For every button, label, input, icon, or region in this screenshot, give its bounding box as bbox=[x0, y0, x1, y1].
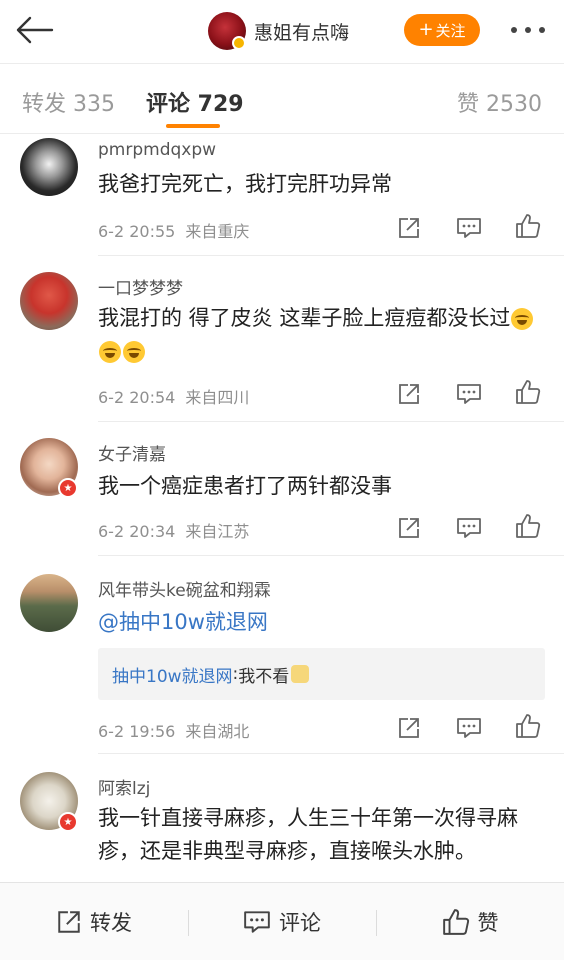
plus-icon: + bbox=[418, 19, 434, 40]
laugh-cry-emoji-icon bbox=[511, 308, 534, 330]
reply-text: 我不看 bbox=[238, 666, 290, 687]
tab-bar: 转发 335 评论 729 赞 2530 bbox=[0, 64, 564, 134]
comment-text: 我一个癌症患者打了两针都没事 bbox=[98, 474, 392, 498]
comment-meta: 6-2 19:56 来自湖北 bbox=[98, 718, 249, 742]
share-icon bbox=[399, 218, 419, 238]
share-icon bbox=[399, 384, 419, 404]
sticker-emoji-icon bbox=[291, 665, 310, 683]
forward-button[interactable]: 转发 bbox=[0, 883, 188, 960]
user-avatar[interactable] bbox=[20, 138, 78, 196]
reply-button[interactable] bbox=[455, 514, 483, 542]
author-name[interactable]: 惠姐有点嗨 bbox=[254, 18, 349, 45]
like-button[interactable] bbox=[514, 378, 542, 406]
comment-item: 一口梦梦梦 我混打的 得了皮炎 这辈子脸上痘痘都没长过 6-2 20:54 来自四… bbox=[0, 256, 564, 422]
comment-username[interactable]: 阿索lzj bbox=[98, 774, 150, 799]
vip-badge-icon: ★ bbox=[58, 478, 78, 498]
comment-icon bbox=[244, 911, 270, 933]
comment-button[interactable]: 评论 bbox=[188, 883, 376, 960]
user-avatar[interactable] bbox=[20, 272, 78, 330]
tab-forward[interactable]: 转发 335 bbox=[22, 86, 115, 118]
laugh-cry-emoji-icon bbox=[99, 341, 121, 363]
comment-label: 评论 bbox=[279, 911, 321, 935]
comment-item: ★ 女子清嘉 我一个癌症患者打了两针都没事 6-2 20:34 来自江苏 bbox=[0, 422, 564, 556]
tab-likes[interactable]: 赞 2530 bbox=[457, 86, 542, 118]
comment-meta: 6-2 20:55 来自重庆 bbox=[98, 218, 249, 242]
more-options-button[interactable] bbox=[504, 18, 552, 42]
like-button[interactable] bbox=[514, 712, 542, 740]
share-button[interactable] bbox=[395, 714, 423, 742]
comment-item: ★ 阿索lzj 我一针直接寻麻疹，人生三十年第一次得寻麻疹，还是非典型寻麻疹，直… bbox=[0, 754, 564, 882]
comment-username[interactable]: pmrpmdqxpw bbox=[98, 140, 216, 160]
reply-button[interactable] bbox=[455, 214, 483, 242]
thumbs-up-icon bbox=[442, 909, 469, 935]
back-button[interactable] bbox=[12, 10, 56, 50]
bottom-action-bar: 转发 评论 赞 bbox=[0, 882, 564, 960]
share-button[interactable] bbox=[395, 514, 423, 542]
follow-button[interactable]: + 关注 bbox=[404, 14, 480, 46]
comment-icon bbox=[457, 518, 481, 538]
comment-item: 风年带头ke碗盆和翔霖 @抽中10w就退网 抽中10w就退网: 我不看 6-2 … bbox=[0, 556, 564, 754]
comment-date: 6-2 20:54 bbox=[98, 388, 176, 407]
user-avatar[interactable] bbox=[20, 574, 78, 632]
comment-text-body: 我混打的 得了皮炎 这辈子脸上痘痘都没长过 bbox=[98, 306, 511, 330]
forward-label: 转发 bbox=[90, 911, 132, 935]
comment-text: 我一针直接寻麻疹，人生三十年第一次得寻麻疹，还是非典型寻麻疹，直接喉头水肿。 bbox=[98, 806, 518, 863]
comment-username[interactable]: 一口梦梦梦 bbox=[98, 274, 183, 299]
like-button[interactable] bbox=[514, 212, 542, 240]
reply-button[interactable] bbox=[455, 380, 483, 408]
like-label: 赞 bbox=[477, 911, 499, 935]
reply-button[interactable] bbox=[455, 714, 483, 742]
thumbs-up-icon bbox=[516, 214, 541, 238]
comment-location: 来自江苏 bbox=[185, 522, 250, 541]
comment-meta: 6-2 20:34 来自江苏 bbox=[98, 518, 249, 542]
thumbs-up-icon bbox=[516, 514, 541, 538]
comment-location: 来自湖北 bbox=[185, 722, 250, 741]
reply-username[interactable]: 抽中10w就退网 bbox=[112, 662, 233, 687]
comment-date: 6-2 20:34 bbox=[98, 522, 176, 541]
share-icon bbox=[399, 518, 419, 538]
back-arrow-icon bbox=[16, 16, 54, 44]
comment-location: 来自重庆 bbox=[185, 222, 250, 241]
share-button[interactable] bbox=[395, 380, 423, 408]
comment-icon bbox=[457, 718, 481, 738]
share-button[interactable] bbox=[395, 214, 423, 242]
share-icon bbox=[58, 911, 80, 933]
comment-date: 6-2 20:55 bbox=[98, 222, 176, 241]
comment-text: 我爸打完死亡，我打完肝功异常 bbox=[98, 172, 392, 196]
comment-username[interactable]: 女子清嘉 bbox=[98, 440, 166, 465]
comment-meta: 6-2 20:54 来自四川 bbox=[98, 384, 249, 408]
laugh-cry-emoji-icon bbox=[123, 341, 145, 363]
comment-icon bbox=[457, 384, 481, 404]
share-icon bbox=[399, 718, 419, 738]
vip-badge-icon: ★ bbox=[58, 812, 78, 832]
follow-label: 关注 bbox=[435, 21, 466, 40]
reply-preview[interactable]: 抽中10w就退网: 我不看 bbox=[98, 648, 545, 700]
comment-icon bbox=[457, 218, 481, 238]
thumbs-up-icon bbox=[516, 714, 541, 738]
like-post-button[interactable]: 赞 bbox=[376, 883, 564, 960]
comment-date: 6-2 19:56 bbox=[98, 722, 176, 741]
top-bar: 惠姐有点嗨 + 关注 bbox=[0, 0, 564, 64]
active-tab-indicator bbox=[166, 124, 220, 128]
comment-item: pmrpmdqxpw 我爸打完死亡，我打完肝功异常 6-2 20:55 来自重庆 bbox=[0, 134, 564, 256]
comment-location: 来自四川 bbox=[185, 388, 250, 407]
comment-text: 我混打的 得了皮炎 这辈子脸上痘痘都没长过 bbox=[98, 302, 548, 368]
like-button[interactable] bbox=[514, 512, 542, 540]
mention-link[interactable]: @抽中10w就退网 bbox=[98, 606, 548, 639]
comment-username[interactable]: 风年带头ke碗盆和翔霖 bbox=[98, 576, 271, 601]
verified-badge-icon bbox=[232, 36, 246, 50]
more-dots-icon bbox=[511, 27, 545, 33]
thumbs-up-icon bbox=[516, 380, 541, 404]
tab-comments[interactable]: 评论 729 bbox=[146, 86, 244, 118]
